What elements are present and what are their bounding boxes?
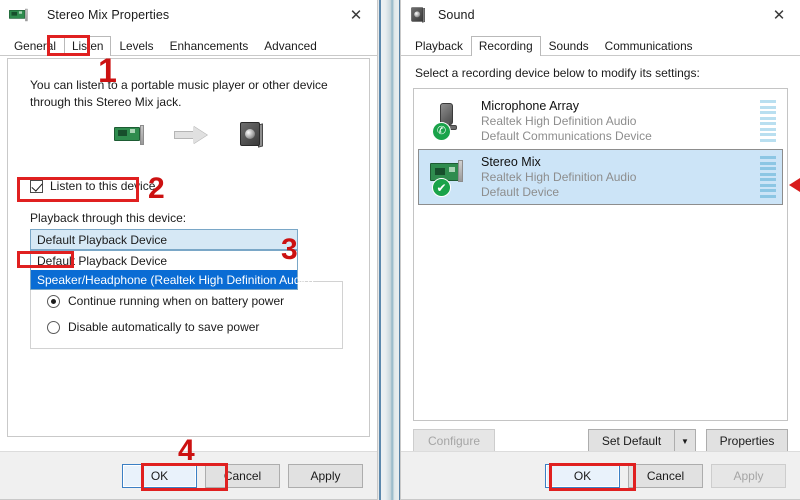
annotation-arrow-right xyxy=(789,178,800,192)
speaker-icon xyxy=(410,7,426,24)
radio-disable-automatically[interactable] xyxy=(47,320,60,334)
list-item[interactable]: ✆ Microphone Array Realtek High Definiti… xyxy=(418,93,783,149)
tab-playback[interactable]: Playback xyxy=(407,36,471,56)
sound-body: Select a recording device below to modif… xyxy=(401,58,800,499)
configure-button[interactable]: Configure xyxy=(413,429,495,453)
device-name: Stereo Mix xyxy=(481,155,541,169)
list-item[interactable]: ✔ Stereo Mix Realtek High Definition Aud… xyxy=(418,149,783,205)
dropdown-option-default[interactable]: Default Playback Device xyxy=(31,251,297,270)
sound-window: Sound ✕ Playback Recording Sounds Commun… xyxy=(400,0,800,500)
screen: Stereo Mix Properties ✕ General Listen L… xyxy=(0,0,800,500)
sound-tabstrip: Playback Recording Sounds Communications xyxy=(401,34,800,56)
properties-title: Stereo Mix Properties xyxy=(47,8,170,22)
annotation-number-1: 1 xyxy=(98,52,117,90)
properties-button[interactable]: Properties xyxy=(706,429,788,453)
close-icon[interactable]: ✕ xyxy=(758,0,800,30)
right-arrow-icon xyxy=(173,126,208,144)
sound-titlebar: Sound ✕ xyxy=(401,0,800,30)
device-driver: Realtek High Definition Audio xyxy=(481,114,637,128)
device-driver: Realtek High Definition Audio xyxy=(481,170,637,184)
sound-title: Sound xyxy=(438,8,475,22)
radio-continue-running[interactable] xyxy=(47,294,60,308)
dropdown-option-speaker-headphone[interactable]: Speaker/Headphone (Realtek High Definiti… xyxy=(31,270,314,289)
annotation-number-4: 4 xyxy=(178,434,195,467)
playback-device-dropdown[interactable]: Default Playback Device Speaker/Headphon… xyxy=(30,250,314,290)
device-status: Default Communications Device xyxy=(481,129,652,143)
sound-cancel-button[interactable]: Cancel xyxy=(628,463,703,488)
radio-disable-automatically-label: Disable automatically to save power xyxy=(68,320,260,334)
set-default-split-button[interactable]: Set Default ▼ xyxy=(588,429,696,453)
volume-meter xyxy=(760,100,776,142)
tab-recording[interactable]: Recording xyxy=(470,36,541,56)
properties-tabstrip: General Listen Levels Enhancements Advan… xyxy=(0,34,377,56)
power-management-panel: Continue running when on battery power D… xyxy=(30,281,343,349)
tab-communications[interactable]: Communications xyxy=(597,36,701,56)
sound-apply-button[interactable]: Apply xyxy=(711,463,786,488)
sound-card-icon xyxy=(9,8,28,22)
playback-device-label: Playback through this device: xyxy=(30,211,187,225)
chevron-down-icon[interactable]: ▼ xyxy=(674,429,696,453)
tab-sounds[interactable]: Sounds xyxy=(541,36,597,56)
playback-device-combo[interactable]: Default Playback Device ⌄ xyxy=(30,229,298,250)
microphone-icon: ✆ xyxy=(427,99,471,143)
listen-checkbox-label: Listen to this device xyxy=(50,179,156,193)
window-edge-line-left xyxy=(379,0,381,500)
annotation-number-2: 2 xyxy=(148,172,165,205)
annotation-number-3: 3 xyxy=(281,233,298,266)
power-option-disable[interactable]: Disable automatically to save power xyxy=(47,320,342,334)
phone-badge-icon: ✆ xyxy=(432,122,451,141)
sound-card-icon xyxy=(113,125,144,145)
volume-meter xyxy=(760,156,776,198)
tab-advanced[interactable]: Advanced xyxy=(256,36,324,56)
radio-continue-running-label: Continue running when on battery power xyxy=(68,294,285,308)
playback-device-value: Default Playback Device xyxy=(37,232,168,247)
properties-body: You can listen to a portable music playe… xyxy=(0,58,377,499)
device-flow-graphic xyxy=(8,121,369,163)
check-badge-icon: ✔ xyxy=(432,178,451,197)
listen-panel: You can listen to a portable music playe… xyxy=(7,58,370,437)
recording-hint: Select a recording device below to modif… xyxy=(415,66,700,80)
device-name: Microphone Array xyxy=(481,99,579,113)
stereo-mix-properties-window: Stereo Mix Properties ✕ General Listen L… xyxy=(0,0,378,500)
close-icon[interactable]: ✕ xyxy=(335,0,377,30)
device-status: Default Device xyxy=(481,185,560,199)
set-default-button[interactable]: Set Default xyxy=(588,429,674,453)
recording-device-list[interactable]: ✆ Microphone Array Realtek High Definiti… xyxy=(413,88,788,421)
properties-titlebar: Stereo Mix Properties ✕ xyxy=(0,0,377,30)
properties-apply-button[interactable]: Apply xyxy=(288,463,363,488)
properties-cancel-button[interactable]: Cancel xyxy=(205,463,280,488)
sound-footer: OK Cancel Apply xyxy=(401,451,800,499)
tab-enhancements[interactable]: Enhancements xyxy=(162,36,257,56)
tab-general[interactable]: General xyxy=(6,36,64,56)
listen-checkbox[interactable] xyxy=(30,179,43,193)
properties-ok-button[interactable]: OK xyxy=(122,463,197,488)
sound-ok-button[interactable]: OK xyxy=(545,463,620,488)
tab-levels[interactable]: Levels xyxy=(111,36,161,56)
sound-card-icon: ✔ xyxy=(427,155,471,199)
listen-to-this-device-row[interactable]: Listen to this device xyxy=(30,179,155,193)
listen-description: You can listen to a portable music playe… xyxy=(30,78,328,109)
power-option-continue[interactable]: Continue running when on battery power xyxy=(47,294,342,308)
speaker-icon xyxy=(238,121,264,149)
